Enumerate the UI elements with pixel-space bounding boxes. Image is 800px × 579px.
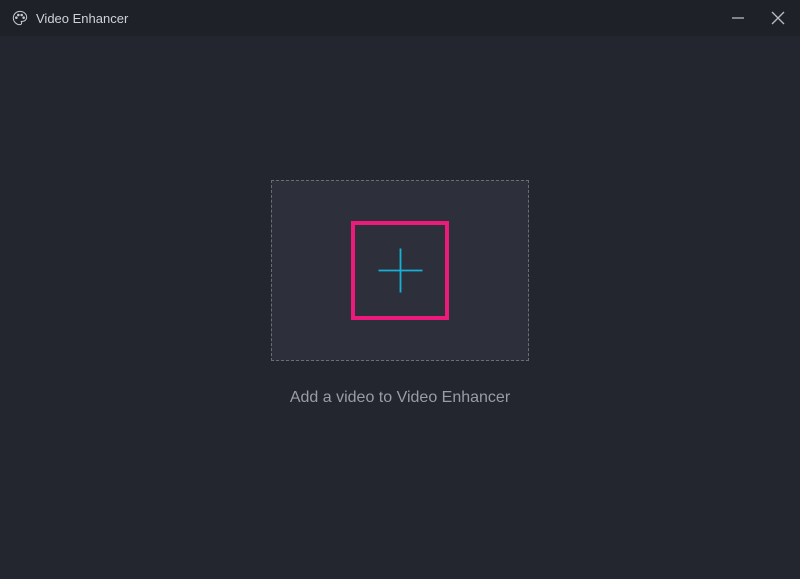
palette-icon (12, 10, 28, 26)
plus-icon (373, 243, 428, 298)
add-video-button[interactable] (351, 221, 449, 320)
close-icon (770, 10, 786, 26)
video-dropzone[interactable] (271, 180, 529, 361)
minimize-icon (730, 10, 746, 26)
close-button[interactable] (768, 8, 788, 28)
titlebar-left: Video Enhancer (12, 10, 128, 26)
instruction-text: Add a video to Video Enhancer (290, 389, 510, 407)
window-controls (728, 8, 788, 28)
main-area: Add a video to Video Enhancer (0, 22, 800, 565)
app-title: Video Enhancer (36, 11, 128, 26)
minimize-button[interactable] (728, 8, 748, 28)
